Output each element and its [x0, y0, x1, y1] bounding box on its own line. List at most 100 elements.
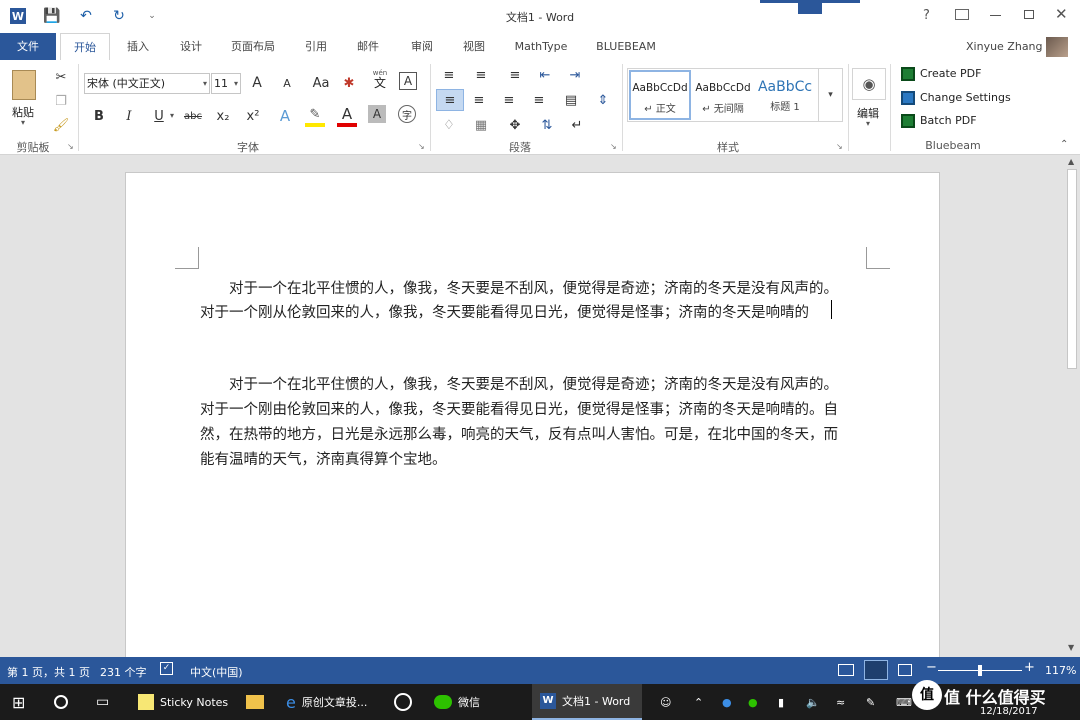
vertical-scrollbar[interactable]: ▲ ▼: [1064, 155, 1080, 657]
styles-more-button[interactable]: ▾: [818, 69, 842, 121]
phonetic-guide-icon[interactable]: wén 文: [369, 70, 391, 90]
decrease-indent-icon[interactable]: ⇤: [534, 64, 556, 86]
shading-icon[interactable]: ♢: [438, 114, 460, 136]
distributed-icon[interactable]: ▤: [560, 89, 582, 111]
shrink-font-icon[interactable]: A: [276, 72, 298, 94]
enclose-characters-icon[interactable]: 字: [398, 105, 416, 123]
volume-icon[interactable]: 🔈: [806, 684, 820, 720]
user-name[interactable]: Xinyue Zhang: [966, 40, 1043, 53]
media-app-icon[interactable]: [394, 684, 412, 720]
wifi-icon[interactable]: ≈: [836, 684, 845, 720]
ribbon-display-options-icon[interactable]: [955, 9, 969, 20]
show-formatting-marks-icon[interactable]: ↵: [566, 114, 588, 136]
tab-view[interactable]: 视图: [454, 33, 494, 60]
tab-layout[interactable]: 页面布局: [225, 33, 281, 60]
proofing-icon[interactable]: ✓: [160, 662, 173, 675]
page-count[interactable]: 第 1 页，共 1 页: [7, 664, 90, 680]
highlight-icon[interactable]: ✎: [304, 103, 326, 125]
underline-dropdown-icon[interactable]: ▾: [170, 111, 174, 120]
find-binoculars-icon[interactable]: ◉: [852, 68, 886, 100]
paragraph-line[interactable]: 对于一个刚由伦敦回来的人，像我，冬天要能看得见日光，便觉得是怪事；济南的冬天是响…: [200, 398, 838, 419]
superscript-button[interactable]: x²: [242, 105, 264, 127]
borders-icon[interactable]: ▦: [470, 114, 492, 136]
paste-icon[interactable]: [12, 70, 36, 100]
keyboard-icon[interactable]: ⌨: [896, 684, 912, 720]
tray-wechat-icon[interactable]: ●: [748, 684, 758, 720]
underline-button[interactable]: U: [148, 105, 170, 127]
tab-home[interactable]: 开始: [60, 33, 110, 60]
touch-mode-tab[interactable]: [798, 0, 822, 14]
scroll-down-icon[interactable]: ▼: [1068, 643, 1074, 652]
paragraph-dialog-launcher-icon[interactable]: ↘: [610, 142, 617, 151]
read-mode-icon[interactable]: [838, 664, 854, 676]
tab-design[interactable]: 设计: [171, 33, 211, 60]
zoom-in-icon[interactable]: +: [1024, 660, 1035, 675]
numbering-icon[interactable]: ≡: [470, 64, 492, 86]
copy-icon[interactable]: ❐: [50, 90, 72, 112]
multilevel-list-icon[interactable]: ≡: [504, 64, 526, 86]
undo-icon[interactable]: ↶: [76, 6, 96, 26]
restore-icon[interactable]: [1024, 10, 1034, 19]
style-no-spacing[interactable]: AaBbCcDd ↵ 无间隔: [692, 70, 754, 120]
align-right-icon[interactable]: ≡: [498, 89, 520, 111]
scroll-thumb[interactable]: [1067, 169, 1077, 369]
minimize-icon[interactable]: [990, 15, 1001, 16]
paragraph-line[interactable]: 对于一个刚从伦敦回来的人，像我，冬天要能看得见日光，便觉得是怪事；济南的冬天是响…: [200, 301, 809, 322]
align-center-icon[interactable]: ≡: [468, 89, 490, 111]
format-painter-icon[interactable]: 🖌: [50, 114, 72, 136]
clear-formatting-icon[interactable]: ✱: [338, 72, 360, 94]
show-hidden-icons-icon[interactable]: ⌃: [694, 684, 703, 720]
justify-icon[interactable]: ≡: [528, 89, 550, 111]
bullets-icon[interactable]: ≡: [438, 64, 460, 86]
paste-dropdown-icon[interactable]: ▾: [21, 118, 25, 127]
taskbar-app-wechat[interactable]: 微信: [430, 684, 520, 720]
tray-app-icon[interactable]: ●: [722, 684, 732, 720]
tab-mathtype[interactable]: MathType: [508, 33, 574, 60]
increase-indent-icon[interactable]: ⇥: [564, 64, 586, 86]
character-shading-icon[interactable]: A: [368, 105, 386, 123]
font-name-select[interactable]: 宋体 (中文正文) ▾: [84, 73, 210, 94]
help-icon[interactable]: ?: [923, 8, 930, 23]
zoom-slider-thumb[interactable]: [978, 665, 982, 676]
style-heading-1[interactable]: AaBbCc 标题 1: [754, 70, 816, 120]
user-avatar[interactable]: [1046, 37, 1068, 57]
paragraph-line[interactable]: 对于一个在北平住惯的人，像我，冬天要是不刮风，便觉得是奇迹；济南的冬天是没有风声…: [229, 373, 838, 394]
clipboard-dialog-launcher-icon[interactable]: ↘: [67, 142, 74, 151]
line-spacing-icon[interactable]: ⇕: [592, 89, 614, 111]
italic-button[interactable]: I: [118, 105, 140, 127]
strikethrough-button[interactable]: abc: [180, 105, 206, 127]
font-size-select[interactable]: 11 ▾: [211, 73, 241, 94]
customize-quick-access-icon[interactable]: ⌄: [142, 6, 162, 26]
change-settings-button[interactable]: Change Settings: [920, 91, 1011, 104]
bold-button[interactable]: B: [88, 105, 110, 127]
task-view-icon[interactable]: ▭: [96, 684, 109, 720]
print-layout-icon[interactable]: [864, 660, 888, 680]
character-border-icon[interactable]: A: [399, 72, 417, 90]
save-icon[interactable]: 💾: [42, 6, 62, 26]
tab-file[interactable]: 文件: [0, 33, 56, 60]
batch-pdf-button[interactable]: Batch PDF: [920, 114, 977, 127]
tab-insert[interactable]: 插入: [118, 33, 158, 60]
paragraph-line[interactable]: 能有温晴的天气，济南真得算个宝地。: [200, 448, 447, 469]
clock-date[interactable]: 12/18/2017: [980, 706, 1038, 717]
grow-font-icon[interactable]: A: [246, 72, 268, 94]
paragraph-line[interactable]: 对于一个在北平住惯的人，像我，冬天要是不刮风，便觉得是奇迹；济南的冬天是没有风声…: [229, 277, 838, 298]
zoom-out-icon[interactable]: −: [926, 660, 937, 675]
tab-review[interactable]: 审阅: [402, 33, 442, 60]
web-layout-icon[interactable]: [898, 664, 912, 676]
align-left-button[interactable]: ≡: [436, 89, 464, 111]
text-effects-icon[interactable]: A: [274, 105, 296, 127]
paragraph-line[interactable]: 然，在热带的地方，日光是永远那么毒，响亮的天气，反有点叫人害怕。可是，在北中国的…: [200, 423, 838, 444]
font-color-icon[interactable]: A: [336, 103, 358, 125]
taskbar-app-word[interactable]: W 文档1 - Word: [532, 684, 642, 720]
styles-dialog-launcher-icon[interactable]: ↘: [836, 142, 843, 151]
zoom-level[interactable]: 117%: [1045, 664, 1076, 677]
sort-icon[interactable]: ⇅: [536, 114, 558, 136]
people-icon[interactable]: ☺: [660, 684, 671, 720]
language[interactable]: 中文(中国): [190, 664, 243, 680]
file-explorer-icon[interactable]: [246, 684, 264, 720]
style-normal[interactable]: AaBbCcDd ↵ 正文: [629, 70, 691, 120]
collapse-ribbon-icon[interactable]: ⌃: [1060, 139, 1068, 150]
taskbar-app-sticky-notes[interactable]: Sticky Notes: [130, 684, 236, 720]
chinese-layout-icon[interactable]: ✥: [504, 114, 526, 136]
